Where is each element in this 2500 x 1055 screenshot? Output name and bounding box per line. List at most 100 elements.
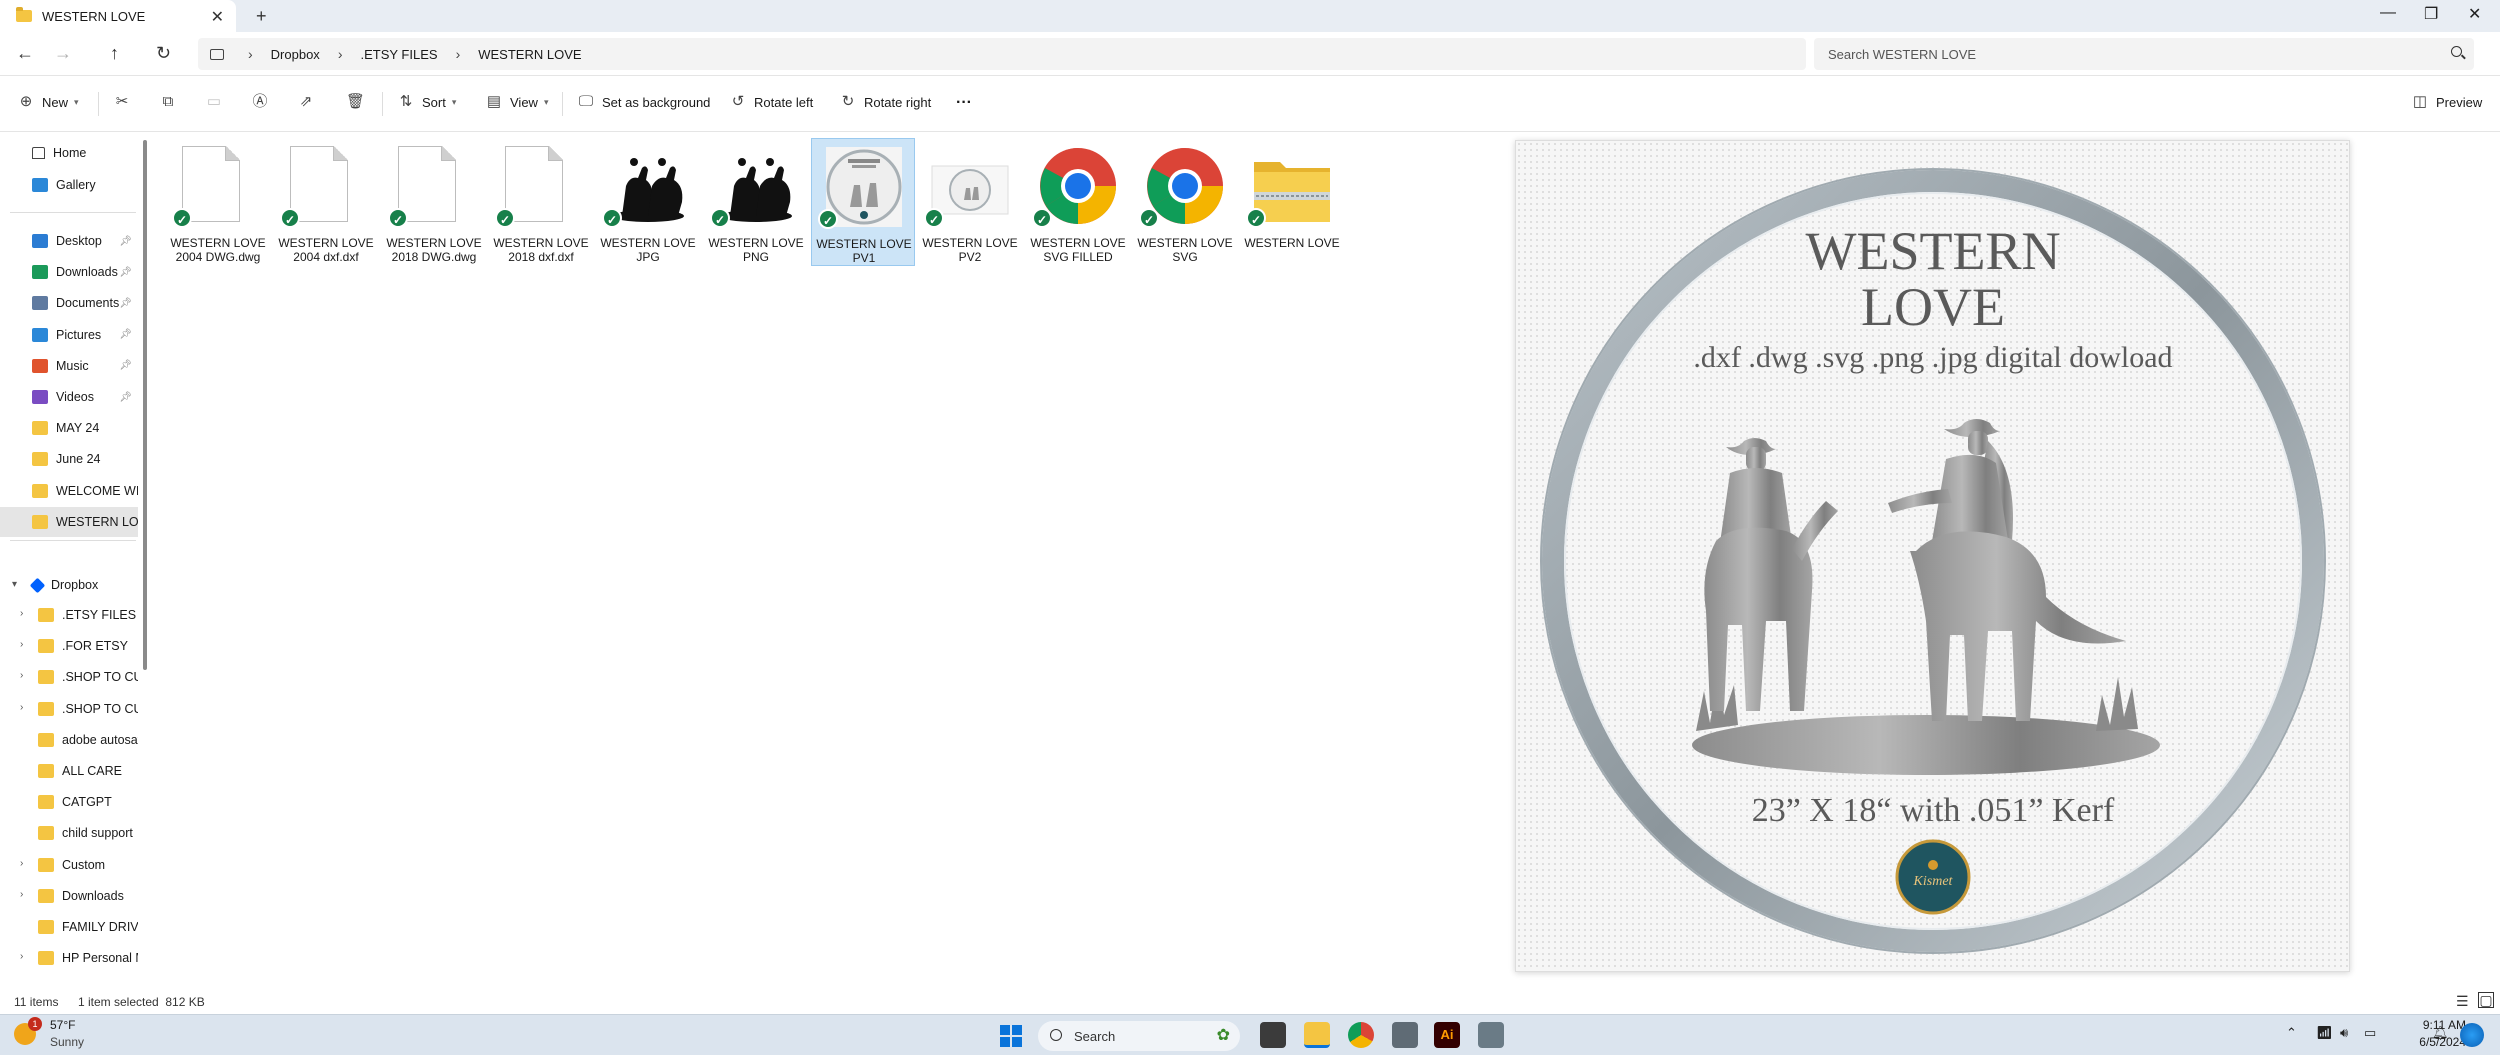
file-item[interactable]: ✓ WESTERN LOVE SVG — [1133, 138, 1237, 266]
chevron-down-icon[interactable]: ▾ — [12, 579, 17, 590]
sidebar-item-may-24[interactable]: MAY 24 — [0, 413, 138, 443]
view-label: View — [510, 94, 538, 110]
file-item[interactable]: ✓ WESTERN LOVE 2018 dxf.dxf — [489, 138, 593, 266]
chevron-right-icon[interactable]: › — [456, 46, 461, 62]
chevron-right-icon[interactable]: › — [20, 889, 23, 900]
large-icons-view-icon[interactable]: ▢ — [2478, 992, 2494, 1008]
search-input[interactable]: Search WESTERN LOVE — [1814, 38, 2474, 70]
rename-button[interactable]: Ⓐ — [252, 94, 276, 110]
up-icon[interactable]: ↑ — [110, 43, 119, 64]
sidebar-dropbox-item[interactable]: CATGPT — [0, 787, 138, 817]
file-item[interactable]: ✓ WESTERN LOVE SVG FILLED — [1026, 138, 1130, 266]
chevron-right-icon[interactable]: › — [20, 639, 23, 650]
sidebar-item-dropbox[interactable]: ▾ Dropbox — [0, 570, 138, 600]
copy-button[interactable]: ⧉ — [160, 94, 184, 110]
cutting-tool-icon[interactable] — [1478, 1022, 1504, 1048]
refresh-icon[interactable]: ↻ — [156, 43, 171, 64]
sidebar-dropbox-item[interactable]: child support — [0, 818, 138, 848]
file-item[interactable]: ✓ WESTERN LOVE 2018 DWG.dwg — [382, 138, 486, 266]
sidebar-dropbox-item[interactable]: › Custom — [0, 850, 138, 880]
sidebar-dropbox-item[interactable]: adobe autosav — [0, 725, 138, 755]
file-item[interactable]: ✓ WESTERN LOVE 2004 dxf.dxf — [274, 138, 378, 266]
view-button[interactable]: ▤ View ▾ — [486, 94, 549, 110]
close-window-icon[interactable]: ✕ — [2468, 4, 2481, 24]
folder-icon — [32, 390, 48, 404]
rotate-right-button[interactable]: ↻ Rotate right — [840, 94, 932, 110]
breadcrumb-dropbox[interactable]: Dropbox — [271, 47, 320, 62]
paste-button[interactable]: ▭ — [206, 94, 230, 110]
breadcrumb-etsy-files[interactable]: .ETSY FILES — [360, 47, 437, 62]
sidebar-item-western-love[interactable]: WESTERN LOVE — [0, 506, 138, 537]
file-item[interactable]: ✓ WESTERN LOVE 2004 DWG.dwg — [166, 138, 270, 266]
file-item[interactable]: ✓ WESTERN LOVE PV2 — [918, 138, 1022, 266]
maximize-icon[interactable]: ❐ — [2424, 4, 2438, 24]
sidebar-dropbox-item[interactable]: FAMILY DRIVEI — [0, 912, 138, 942]
notification-bell-icon[interactable]: 🔔︎ — [2432, 1025, 2449, 1041]
chevron-right-icon[interactable]: › — [20, 702, 23, 713]
forward-icon[interactable]: → — [54, 43, 72, 64]
file-item[interactable]: ✓ WESTERN LOVE — [1240, 138, 1344, 266]
sidebar-dropbox-item[interactable]: › .SHOP TO CUT — [0, 662, 138, 692]
sidebar-dropbox-item[interactable]: ALL CARE — [0, 756, 138, 786]
chevron-right-icon[interactable]: › — [20, 951, 23, 962]
folder-icon — [38, 764, 54, 778]
breadcrumb-western-love[interactable]: WESTERN LOVE — [478, 47, 581, 62]
battery-icon[interactable]: ▭ — [2364, 1025, 2376, 1041]
new-button[interactable]: ⊕ New ▾ — [18, 94, 79, 110]
sidebar-dropbox-item[interactable]: › Downloads — [0, 881, 138, 911]
show-hidden-icons-icon[interactable]: ⌃ — [2286, 1025, 2297, 1041]
new-tab-button[interactable]: + — [256, 6, 267, 27]
sidebar-item-pictures[interactable]: Pictures 📌︎ — [0, 320, 138, 350]
delete-button[interactable]: 🗑︎ — [346, 94, 370, 110]
weather-desc[interactable]: Sunny — [50, 1035, 84, 1049]
sort-button[interactable]: ⇅ Sort ▾ — [398, 94, 457, 110]
more-options-button[interactable]: ··· — [956, 94, 972, 112]
wifi-icon[interactable]: 📶︎ — [2316, 1025, 2333, 1041]
chevron-right-icon[interactable]: › — [248, 46, 253, 62]
chevron-right-icon[interactable]: › — [338, 46, 343, 62]
tab-western-love[interactable]: WESTERN LOVE ✕ — [0, 0, 236, 32]
set-background-button[interactable]: 🖵 Set as background — [578, 94, 711, 110]
sidebar-item-videos[interactable]: Videos 📌︎ — [0, 382, 138, 412]
volume-icon[interactable]: 🔊︎ — [2340, 1025, 2348, 1041]
file-item[interactable]: ✓ WESTERN LOVE PV1 — [811, 138, 915, 266]
details-view-icon[interactable]: ☰ — [2456, 993, 2469, 1010]
address-bar[interactable]: › Dropbox › .ETSY FILES › WESTERN LOVE — [198, 38, 1806, 70]
copilot-icon[interactable] — [2460, 1023, 2484, 1047]
close-tab-icon[interactable]: ✕ — [211, 7, 224, 27]
sidebar-dropbox-item[interactable]: › .FOR ETSY — [0, 631, 138, 661]
sidebar-item-documents[interactable]: Documents 📌︎ — [0, 288, 138, 318]
divider — [382, 92, 383, 116]
calculator-icon[interactable] — [1392, 1022, 1418, 1048]
sidebar-item-june-24[interactable]: June 24 — [0, 444, 138, 474]
illustrator-icon[interactable]: Ai — [1434, 1022, 1460, 1048]
share-button[interactable]: ⇗ — [298, 94, 322, 110]
file-item[interactable]: ✓ WESTERN LOVE JPG — [596, 138, 700, 266]
chevron-right-icon[interactable]: › — [20, 858, 23, 869]
taskbar-search[interactable]: Search ✿ — [1038, 1021, 1240, 1051]
sidebar-dropbox-item[interactable]: › HP Personal M — [0, 943, 138, 973]
preview-pane-button[interactable]: ◫ Preview — [2412, 94, 2482, 110]
minimize-icon[interactable]: — — [2380, 4, 2396, 22]
sidebar-scrollbar[interactable] — [143, 140, 147, 670]
task-view-icon[interactable] — [1260, 1022, 1286, 1048]
sidebar-item-music[interactable]: Music 📌︎ — [0, 351, 138, 381]
sidebar-item-gallery[interactable]: Gallery — [0, 170, 138, 200]
file-explorer-icon[interactable] — [1304, 1022, 1330, 1048]
paste-icon: ▭ — [206, 93, 222, 110]
file-item[interactable]: ✓ WESTERN LOVE PNG — [704, 138, 808, 266]
sidebar-dropbox-item[interactable]: › .ETSY FILES — [0, 600, 138, 630]
cut-button[interactable]: ✂ — [114, 94, 138, 110]
rotate-left-button[interactable]: ↺ Rotate left — [730, 94, 814, 110]
start-icon[interactable] — [1000, 1025, 1022, 1047]
chevron-right-icon[interactable]: › — [20, 670, 23, 681]
sidebar-dropbox-item[interactable]: › .SHOP TO CUT — [0, 694, 138, 724]
sidebar-item-home[interactable]: Home — [0, 138, 138, 168]
weather-temp[interactable]: 57°F — [50, 1018, 75, 1032]
sidebar-item-desktop[interactable]: Desktop 📌︎ — [0, 226, 138, 256]
chevron-right-icon[interactable]: › — [20, 608, 23, 619]
chrome-icon[interactable] — [1348, 1022, 1374, 1048]
sidebar-item-downloads[interactable]: Downloads 📌︎ — [0, 257, 138, 287]
sidebar-item-welcome-wild[interactable]: WELCOME WILD — [0, 476, 138, 506]
back-icon[interactable]: ← — [16, 43, 34, 64]
